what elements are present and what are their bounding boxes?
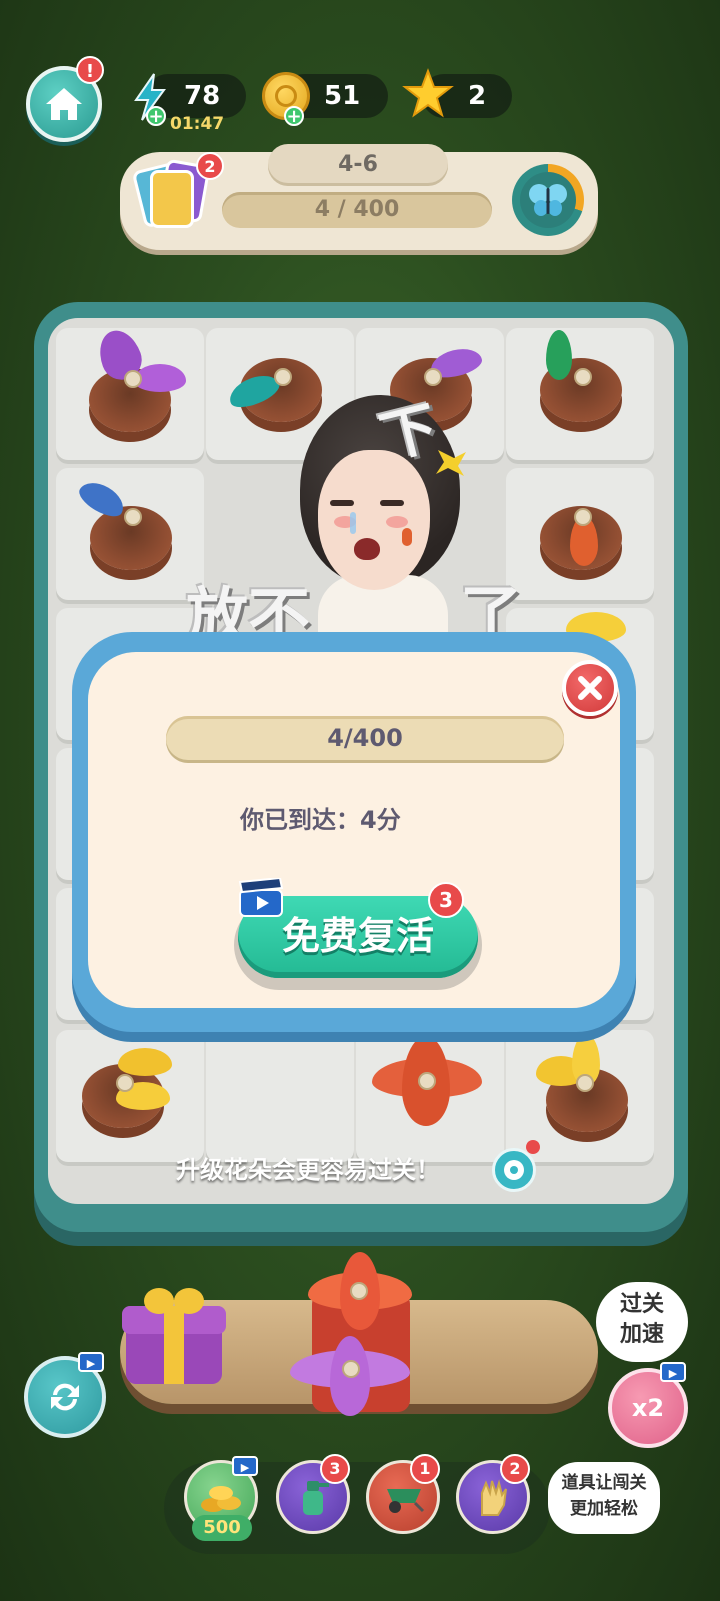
upgrade-flower-button[interactable] (492, 1148, 536, 1192)
speed-multiplier: x2 (631, 1394, 665, 1422)
board-tile[interactable] (506, 468, 654, 604)
coin-pile-icon (201, 1486, 241, 1512)
video-ad-icon (238, 876, 286, 918)
refresh-icon (51, 1383, 79, 1411)
level-name: 4-6 (268, 144, 448, 186)
coin-value: 51 (324, 81, 361, 111)
spray-bottle-icon (303, 1481, 329, 1515)
video-ad-icon: ▶ (78, 1352, 104, 1372)
coin-pile-cost: 500 (192, 1515, 252, 1541)
add-coins-button[interactable]: + (284, 106, 304, 126)
glove-icon (481, 1479, 507, 1516)
video-ad-icon: ▶ (232, 1456, 258, 1476)
spray-count-badge: 3 (320, 1454, 350, 1484)
upgrade-alert-dot (526, 1140, 540, 1154)
revive-count-badge: 3 (428, 882, 464, 918)
spark-icon (432, 446, 470, 480)
speed-label-line1: 过关 (619, 1292, 664, 1317)
home-alert-badge: ! (76, 56, 104, 84)
tools-hint-line1: 道具让闯关 (561, 1473, 647, 1493)
blush-right (386, 516, 408, 528)
star-value: 2 (468, 81, 487, 111)
upgrade-tip-text: 升级花朵会更容易过关！ (176, 1156, 440, 1184)
speed-up-bubble: 过关 加速 (596, 1282, 688, 1362)
add-energy-button[interactable]: + (146, 106, 166, 126)
home-icon (46, 88, 82, 120)
energy-value: 78 (184, 81, 221, 111)
level-progress-bar: 4 / 400 (222, 192, 492, 228)
energy-timer: 01:47 (170, 114, 225, 134)
purple-flower (290, 1336, 410, 1416)
video-ad-icon: ▶ (660, 1362, 686, 1382)
earring (402, 528, 412, 546)
board-tile[interactable] (56, 468, 204, 604)
girl-eye-left (330, 500, 354, 506)
board-tile[interactable] (506, 328, 654, 464)
girl-eye-right (380, 500, 404, 506)
reached-score-text: 你已到达：4分 (240, 806, 401, 834)
tools-hint-line2: 更加轻松 (570, 1499, 638, 1519)
board-tile[interactable] (56, 324, 204, 464)
tear-icon (350, 512, 356, 534)
wheelbarrow-icon (387, 1489, 425, 1513)
flower-gear-icon (504, 1160, 524, 1180)
card-count-badge: 2 (196, 152, 224, 180)
glove-count-badge: 2 (500, 1454, 530, 1484)
butterfly-goal (512, 164, 584, 236)
board-tile[interactable] (356, 1030, 504, 1166)
tools-hint-bubble: 道具让闯关 更加轻松 (548, 1462, 660, 1534)
wheelbarrow-count-badge: 1 (410, 1454, 440, 1484)
butterfly-icon (529, 184, 567, 216)
gift-box[interactable] (122, 1284, 228, 1388)
board-tile[interactable] (206, 1030, 354, 1166)
girl-mouth (354, 538, 380, 560)
close-icon (578, 676, 602, 700)
board-tile[interactable] (56, 1030, 204, 1166)
speed-label-line2: 加速 (619, 1322, 664, 1347)
orange-flower (302, 1252, 418, 1332)
star-icon (402, 68, 454, 120)
close-button[interactable] (562, 660, 618, 716)
popup-progress-bar: 4/400 (166, 716, 564, 760)
